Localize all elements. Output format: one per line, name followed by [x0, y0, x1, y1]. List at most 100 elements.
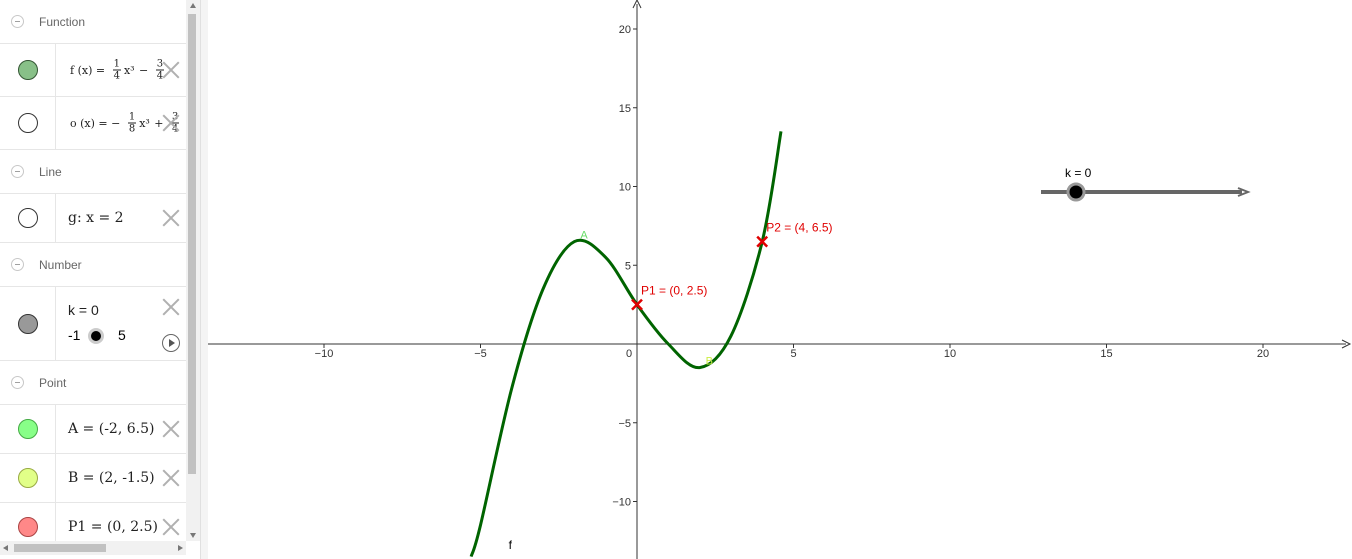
delete-icon[interactable]	[162, 420, 180, 438]
scrollbar-thumb[interactable]	[14, 544, 106, 552]
y-tick-label: −5	[618, 418, 631, 430]
point-P1-definition[interactable]: P1 = (0, 2.5)	[68, 519, 158, 535]
marble-cell	[0, 405, 56, 453]
term: x³	[123, 64, 135, 77]
scroll-down-icon[interactable]	[190, 533, 196, 538]
visibility-marble-icon[interactable]	[18, 419, 38, 439]
fraction: 14	[112, 58, 121, 82]
axes	[208, 0, 1352, 559]
sign: −	[111, 117, 121, 130]
visibility-marble-icon[interactable]	[18, 113, 38, 133]
scrollbar-thumb[interactable]	[188, 14, 196, 474]
visibility-marble-icon[interactable]	[18, 517, 38, 537]
numerator: 1	[127, 111, 137, 124]
slider-label: k = 0	[1065, 166, 1092, 180]
y-tick-label: 20	[619, 24, 631, 36]
algebra-list: Function f (x) = 1 4 x³ − 34 o (x) = − 18x…	[0, 0, 186, 541]
function-name: f	[70, 64, 75, 77]
y-tick-label: −10	[612, 497, 631, 509]
tick-labels: −25−20−15−10−505101520253035402015105−5−…	[315, 24, 1269, 509]
graphics-canvas[interactable]: −25−20−15−10−505101520253035402015105−5−…	[208, 0, 1352, 559]
algebra-item-B[interactable]: B = (2, -1.5)	[0, 454, 186, 503]
x-tick-label: 0	[626, 348, 632, 360]
y-tick-label: 5	[625, 260, 631, 272]
algebra-item-A[interactable]: A = (-2, 6.5)	[0, 405, 186, 454]
visibility-marble-icon[interactable]	[18, 468, 38, 488]
category-point[interactable]: Point	[0, 361, 186, 405]
algebra-item-P1[interactable]: P1 = (0, 2.5)	[0, 503, 186, 541]
point-A-definition[interactable]: A = (-2, 6.5)	[68, 421, 154, 437]
function-arg: x	[81, 64, 89, 77]
function-arg: x	[84, 117, 91, 130]
x-tick-label: 5	[790, 348, 796, 360]
operator: −	[139, 64, 149, 77]
slider-max: 5	[118, 327, 126, 343]
algebra-item-k[interactable]: k = 0 -1 5	[0, 287, 186, 361]
category-title: Line	[39, 164, 62, 179]
y-tick-label: 15	[619, 103, 631, 115]
collapse-toggle-icon[interactable]	[11, 375, 24, 389]
x-tick-label: −5	[474, 348, 487, 360]
category-number[interactable]: Number	[0, 243, 186, 287]
delete-icon[interactable]	[162, 469, 180, 487]
points-layer: A B P1 = (0, 2.5) P2 = (4, 6.5)	[580, 221, 832, 368]
number-k-definition[interactable]: k = 0	[68, 302, 99, 318]
collapse-toggle-icon[interactable]	[11, 257, 24, 271]
numerator: 1	[112, 58, 121, 71]
point-label-A: A	[580, 230, 588, 242]
scroll-left-icon[interactable]	[3, 545, 8, 551]
visibility-marble-icon[interactable]	[18, 60, 38, 80]
scroll-up-icon[interactable]	[190, 3, 196, 8]
marble-cell	[0, 287, 56, 360]
x-tick-label: 10	[944, 348, 956, 360]
function-f-definition[interactable]: f (x) = 1 4 x³ − 34	[70, 59, 167, 82]
play-icon[interactable]	[162, 334, 180, 352]
slider-min: -1	[68, 327, 81, 343]
x-tick-label: 20	[1257, 348, 1269, 360]
collapse-toggle-icon[interactable]	[11, 14, 24, 28]
marble-cell	[0, 97, 56, 149]
graphics-view[interactable]: −25−20−15−10−505101520253035402015105−5−…	[208, 0, 1352, 559]
scroll-right-icon[interactable]	[178, 545, 183, 551]
graphics-slider-k[interactable]: k = 0	[1041, 166, 1251, 202]
denominator: 8	[128, 123, 136, 135]
algebra-item-g[interactable]: g: x = 2	[0, 194, 186, 243]
delete-icon[interactable]	[162, 298, 180, 316]
fraction: 18	[127, 111, 137, 135]
point-label-B: B	[706, 356, 713, 368]
term: x³	[139, 117, 150, 130]
y-tick-label: 10	[619, 182, 631, 194]
category-line[interactable]: Line	[0, 150, 186, 194]
marble-cell	[0, 503, 56, 541]
algebra-item-o[interactable]: o (x) = − 1 8 x³ + 34	[0, 97, 186, 150]
function-name: o	[70, 117, 77, 130]
category-title: Function	[39, 14, 86, 29]
marble-cell	[0, 44, 56, 96]
denominator: 4	[113, 70, 120, 82]
slider-knob-icon[interactable]	[88, 328, 104, 344]
curve-label-f: f	[509, 538, 513, 552]
point-label-P2: P2 = (4, 6.5)	[766, 221, 832, 235]
collapse-toggle-icon[interactable]	[11, 164, 24, 178]
delete-icon[interactable]	[162, 61, 180, 79]
visibility-marble-icon[interactable]	[18, 208, 38, 228]
category-title: Point	[39, 375, 67, 390]
delete-icon[interactable]	[162, 209, 180, 227]
visibility-marble-icon[interactable]	[18, 313, 38, 334]
category-function[interactable]: Function	[0, 0, 186, 44]
algebra-view: Function f (x) = 1 4 x³ − 34 o (x) = − 18x…	[0, 0, 200, 559]
marble-cell	[0, 454, 56, 502]
slider-knob-icon[interactable]	[1066, 182, 1086, 202]
view-splitter[interactable]	[200, 0, 208, 559]
x-tick-label: −10	[315, 348, 334, 360]
point-B-definition[interactable]: B = (2, -1.5)	[68, 470, 155, 486]
vertical-scrollbar[interactable]	[186, 0, 200, 541]
horizontal-scrollbar[interactable]	[0, 541, 186, 555]
delete-icon[interactable]	[162, 518, 180, 536]
marble-cell	[0, 194, 56, 242]
x-tick-label: 15	[1100, 348, 1112, 360]
point-label-P1: P1 = (0, 2.5)	[641, 284, 707, 298]
delete-icon[interactable]	[162, 114, 180, 132]
algebra-item-f[interactable]: f (x) = 1 4 x³ − 34	[0, 44, 186, 97]
line-g-definition[interactable]: g: x = 2	[68, 210, 124, 226]
